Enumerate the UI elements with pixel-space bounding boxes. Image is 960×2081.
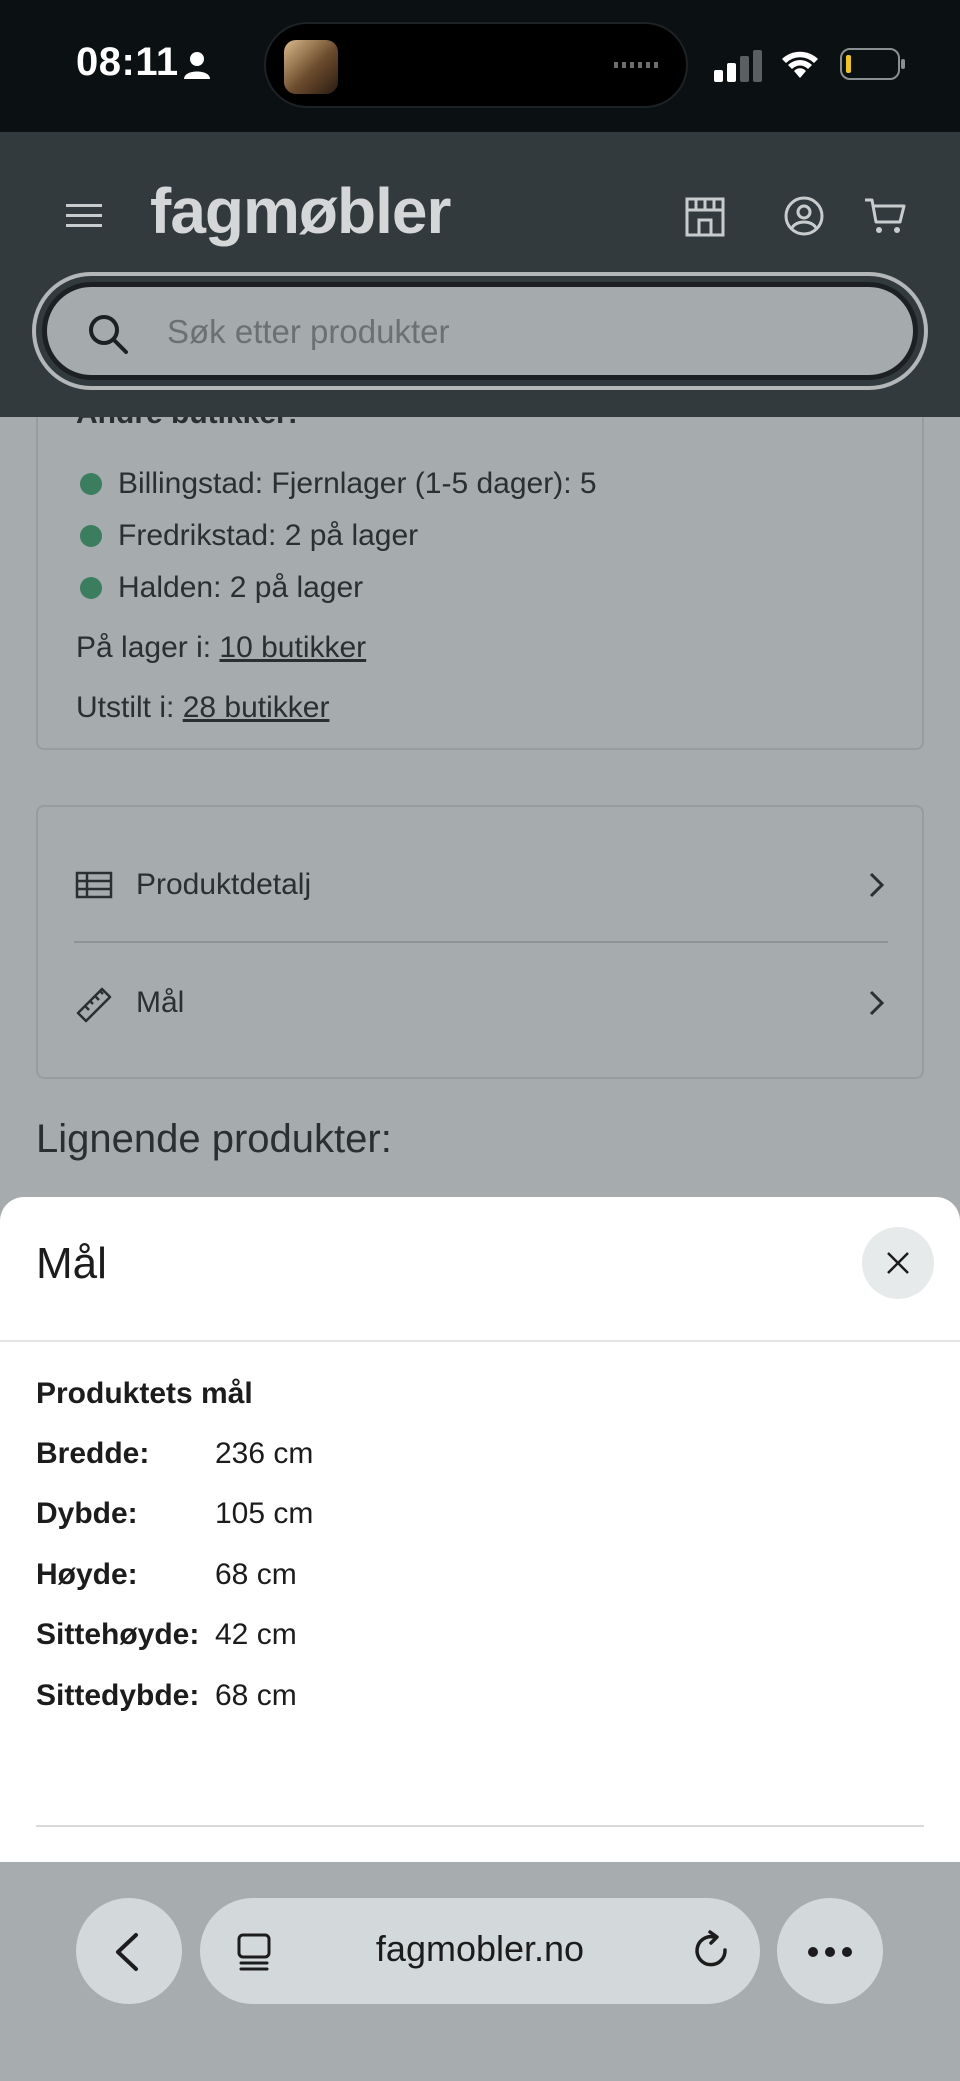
- product-details-row[interactable]: Produktdetalj: [74, 835, 888, 935]
- dimension-value: 68 cm: [215, 1679, 297, 1712]
- store-label: Billingstad: Fjernlager (1-5 dager): 5: [118, 467, 597, 500]
- account-icon[interactable]: [784, 196, 824, 236]
- search-placeholder: Søk etter produkter: [167, 313, 450, 350]
- audio-waveform-icon: [614, 62, 662, 68]
- ruler-icon: [76, 987, 112, 1023]
- product-info-card: Produktdetalj Mål: [36, 805, 924, 1079]
- in-stock-stores-link[interactable]: 10 butikker: [219, 631, 366, 664]
- store-label: Fredrikstad: 2 på lager: [118, 519, 419, 552]
- displayed-label: Utstilt i:: [76, 691, 175, 724]
- in-stock-line: På lager i: 10 butikker: [76, 631, 366, 665]
- search-icon: [89, 315, 128, 354]
- store-item: Fredrikstad: 2 på lager: [80, 519, 418, 553]
- store-item: Billingstad: Fjernlager (1-5 dager): 5: [80, 467, 597, 501]
- cart-icon[interactable]: [864, 196, 906, 236]
- dimension-key: Sittedybde:: [36, 1679, 200, 1712]
- dimension-key: Sittehøyde:: [36, 1618, 200, 1651]
- search-input[interactable]: Søk etter produkter: [42, 282, 918, 380]
- details-divider: [74, 941, 888, 943]
- product-dimensions-heading: Produktets mål: [36, 1377, 253, 1410]
- browser-toolbar: fagmobler.no: [0, 1862, 960, 2081]
- table-icon: [75, 871, 113, 899]
- other-stores-heading: Andre butikker:: [76, 417, 298, 431]
- dimension-key: Dybde:: [36, 1497, 138, 1530]
- battery-icon: [840, 48, 905, 80]
- chevron-right-icon: [869, 990, 885, 1016]
- dimension-value: 105 cm: [215, 1497, 314, 1530]
- similar-products-heading: Lignende produkter:: [36, 1117, 392, 1161]
- dimension-key: Høyde:: [36, 1558, 138, 1591]
- store-availability-card: Andre butikker: Billingstad: Fjernlager …: [36, 417, 924, 750]
- dimensions-row[interactable]: Mål: [74, 953, 888, 1053]
- in-stock-dot-icon: [80, 525, 102, 547]
- store-item: Halden: 2 på lager: [80, 571, 363, 605]
- chevron-left-icon: [116, 1933, 138, 1971]
- dynamic-island[interactable]: [264, 22, 688, 108]
- dimensions-sheet: Mål Produktets mål Bredde: 236 cm Dybde:…: [0, 1197, 960, 1862]
- url-text[interactable]: fagmobler.no: [200, 1928, 760, 1970]
- product-details-label: Produktdetalj: [136, 868, 312, 901]
- back-button[interactable]: [76, 1898, 182, 2004]
- wifi-icon: [782, 51, 818, 78]
- sheet-divider: [0, 1340, 960, 1342]
- hamburger-menu-icon[interactable]: [66, 202, 102, 230]
- more-options-button[interactable]: [777, 1898, 883, 2004]
- close-button[interactable]: [862, 1227, 934, 1299]
- status-time: 08:11: [76, 40, 179, 84]
- site-header: fagmøbler Søk etter produkter: [0, 132, 960, 417]
- dimensions-label: Mål: [136, 986, 185, 1019]
- in-stock-label: På lager i:: [76, 631, 212, 664]
- sheet-title: Mål: [36, 1239, 107, 1288]
- displayed-line: Utstilt i: 28 butikker: [76, 691, 329, 725]
- dimension-value: 42 cm: [215, 1618, 297, 1651]
- displayed-stores-link[interactable]: 28 butikker: [183, 691, 330, 724]
- person-icon: [184, 52, 210, 79]
- now-playing-artwork: [284, 40, 338, 94]
- cellular-signal-icon: [714, 50, 762, 82]
- in-stock-dot-icon: [80, 577, 102, 599]
- close-icon: [887, 1252, 909, 1274]
- search-bar: Søk etter produkter: [32, 272, 928, 390]
- status-bar: 08:11: [0, 0, 960, 132]
- dimension-key: Bredde:: [36, 1437, 150, 1470]
- dimension-value: 68 cm: [215, 1558, 297, 1591]
- in-stock-dot-icon: [80, 473, 102, 495]
- store-label: Halden: 2 på lager: [118, 571, 364, 604]
- store-icon[interactable]: [684, 196, 726, 238]
- address-bar[interactable]: fagmobler.no: [200, 1898, 760, 2004]
- chevron-right-icon: [869, 872, 885, 898]
- site-logo[interactable]: fagmøbler: [150, 174, 451, 248]
- dimension-value: 236 cm: [215, 1437, 314, 1470]
- ellipsis-icon: [808, 1947, 852, 1957]
- page-content: Andre butikker: Billingstad: Fjernlager …: [0, 417, 960, 1197]
- sheet-bottom-divider: [36, 1825, 924, 1827]
- reload-icon[interactable]: [692, 1930, 732, 1972]
